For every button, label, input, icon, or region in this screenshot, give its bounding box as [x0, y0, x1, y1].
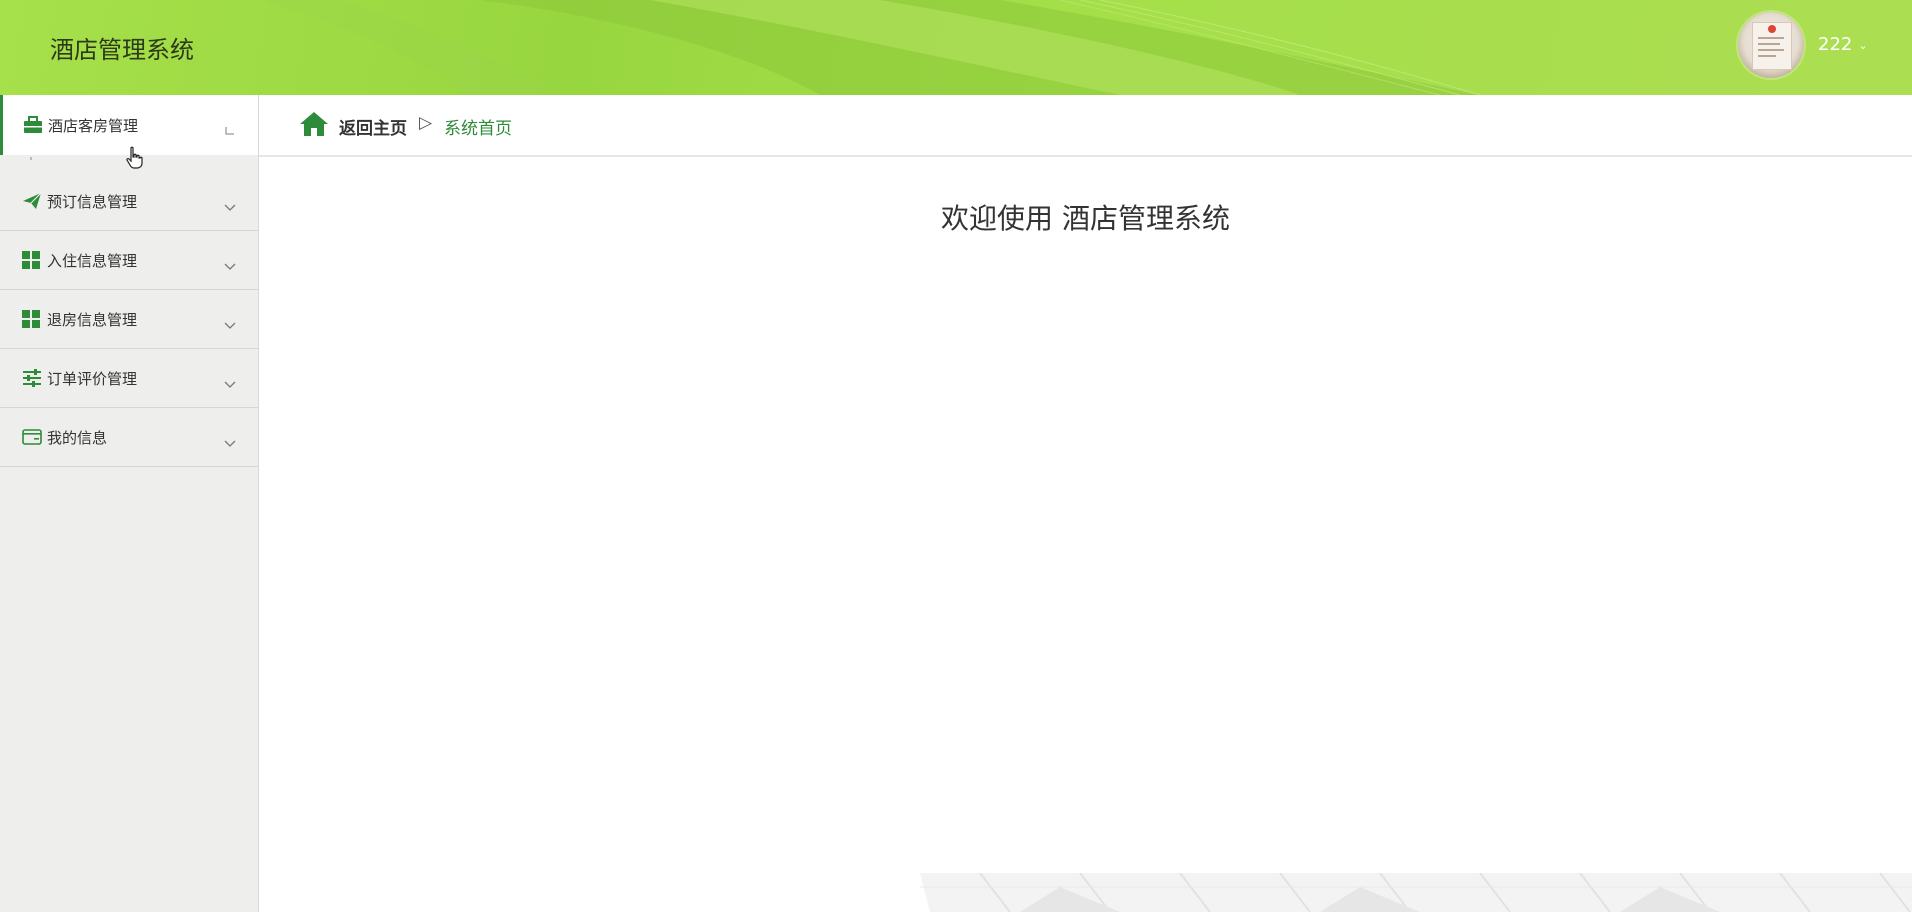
chevron-down-icon: ⌄ [1858, 39, 1868, 52]
home-icon[interactable] [299, 111, 329, 141]
breadcrumb-home-link[interactable]: 返回主页 [339, 114, 407, 139]
breadcrumb-current: 系统首页 [444, 119, 512, 139]
sidebar-item-checkout-management[interactable]: 退房信息管理 [0, 290, 258, 349]
sidebar-item-label: 订单评价管理 [47, 369, 138, 388]
chevron-down-icon [224, 374, 236, 388]
sidebar-item-my-info[interactable]: 我的信息 [0, 408, 258, 467]
sidebar-item-label: 入住信息管理 [47, 251, 138, 270]
sidebar-item-review-management[interactable]: 订单评价管理 [0, 349, 258, 408]
paper-plane-icon [22, 192, 42, 210]
app-title: 酒店管理系统 [50, 36, 194, 64]
user-dropdown[interactable]: 222 ⌄ [1818, 34, 1868, 55]
sidebar-item-booking-management[interactable]: 预订信息管理 [0, 172, 258, 231]
header-wave-decoration [260, 0, 1481, 95]
chevron-down-icon [224, 197, 236, 211]
sidebar-item-label: 退房信息管理 [47, 310, 138, 329]
briefcase-icon [23, 116, 43, 134]
username-label: 222 [1818, 34, 1853, 55]
wallet-icon [22, 428, 42, 446]
grid-icon [22, 251, 42, 269]
top-header: 酒店管理系统 222 ⌄ [0, 0, 1912, 95]
sidebar: 酒店客房管理 预订信息管理 入住信息管理 退房信息管理 订单评价管理 我的信息 [0, 95, 259, 912]
breadcrumb-separator: ▷ [419, 113, 433, 133]
welcome-heading: 欢迎使用 酒店管理系统 [941, 202, 1230, 235]
chevron-down-icon [224, 433, 236, 447]
sidebar-item-label: 酒店客房管理 [48, 116, 139, 135]
breadcrumb: 返回主页 ▷ 系统首页 [259, 95, 1912, 157]
chevron-down-icon [224, 315, 236, 329]
collapse-icon [224, 121, 236, 135]
background-decoration [920, 873, 1912, 912]
sidebar-item-label: 预订信息管理 [47, 192, 138, 211]
chevron-down-icon [224, 256, 236, 270]
sidebar-item-checkin-management[interactable]: 入住信息管理 [0, 231, 258, 290]
hand-cursor-icon [126, 146, 143, 169]
sliders-icon [22, 369, 42, 387]
main-content: 欢迎使用 酒店管理系统 [259, 157, 1912, 912]
sidebar-item-label: 我的信息 [47, 428, 108, 447]
grid-icon [22, 310, 42, 328]
user-avatar[interactable] [1738, 12, 1804, 78]
